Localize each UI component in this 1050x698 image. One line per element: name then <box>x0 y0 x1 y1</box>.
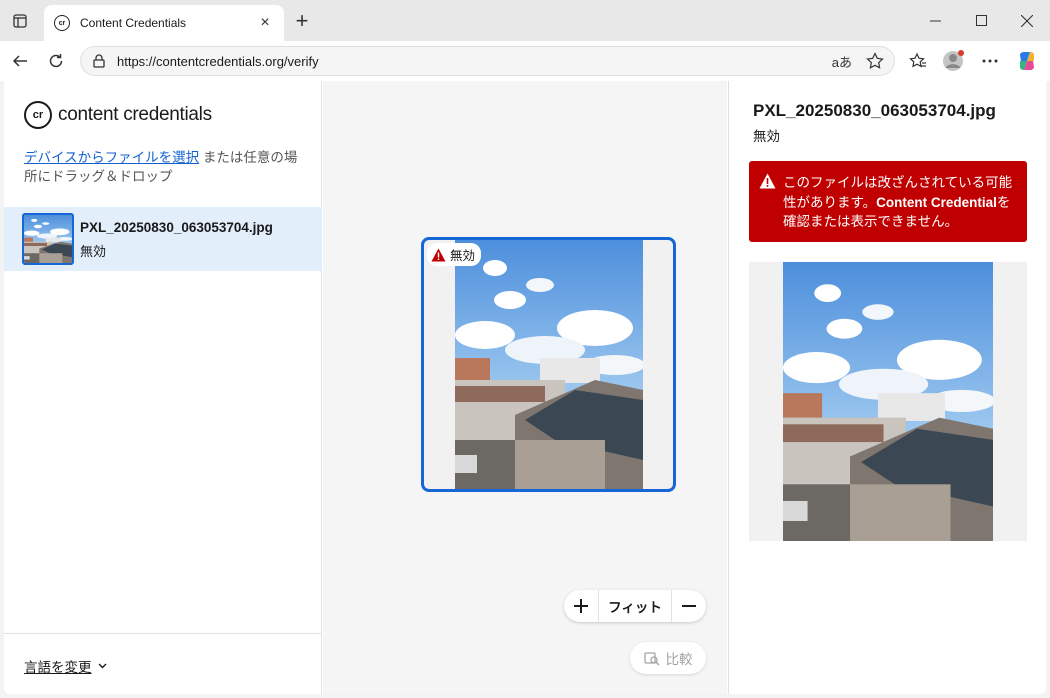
tab-title: Content Credentials <box>80 16 187 30</box>
refresh-icon[interactable] <box>43 48 69 74</box>
more-options-icon[interactable] <box>977 48 1003 74</box>
url-text: https://contentcredentials.org/verify <box>117 53 319 69</box>
fit-button[interactable]: フィット <box>598 590 672 622</box>
translate-icon[interactable]: aあ <box>832 52 852 71</box>
details-image <box>783 262 993 541</box>
details-status: 無効 <box>753 129 780 144</box>
file-name: PXL_20250830_063053704.jpg <box>80 220 273 235</box>
browser-tab[interactable]: cr Content Credentials × <box>44 5 284 41</box>
compare-button[interactable]: 比較 <box>630 642 706 674</box>
compare-icon <box>643 652 660 666</box>
invalid-badge: 無効 <box>427 243 482 266</box>
site-favicon-icon: cr <box>54 15 70 31</box>
preview-image <box>455 240 643 491</box>
new-tab-icon[interactable]: + <box>290 10 314 34</box>
file-status: 無効 <box>80 244 107 259</box>
tab-close-icon[interactable]: × <box>256 14 274 32</box>
upload-instructions: デバイスからファイルを選択 または任意の場所にドラッグ＆ドロップ <box>24 148 309 186</box>
address-bar[interactable]: https://contentcredentials.org/verify aあ <box>80 46 895 76</box>
warning-icon <box>759 173 776 189</box>
file-thumbnail <box>22 213 74 265</box>
tab-actions-icon[interactable] <box>8 9 32 33</box>
compare-label: 比較 <box>665 652 693 667</box>
navigation-bar: https://contentcredentials.org/verify aあ <box>0 41 1050 81</box>
close-window-icon[interactable] <box>1004 0 1050 41</box>
details-panel: PXL_20250830_063053704.jpg 無効 このファイルは改ざん… <box>728 81 1046 694</box>
sidebar-footer: 言語を変更 <box>4 633 322 694</box>
cr-logo-icon: cr <box>24 101 52 129</box>
lock-icon <box>91 53 107 69</box>
left-sidebar: cr content credentials デバイスからファイルを選択 または… <box>4 81 322 694</box>
change-language-button[interactable]: 言語を変更 <box>24 656 107 676</box>
brand-name: content credentials <box>58 104 212 125</box>
favorites-icon[interactable] <box>905 48 931 74</box>
back-icon[interactable] <box>7 48 33 74</box>
page-content: cr content credentials デバイスからファイルを選択 または… <box>4 81 1046 694</box>
favorite-star-icon[interactable] <box>866 52 884 70</box>
tamper-alert: このファイルは改ざんされている可能性があります。Content Credenti… <box>749 161 1027 242</box>
file-list-item[interactable]: PXL_20250830_063053704.jpg 無効 <box>4 207 322 271</box>
maximize-icon[interactable] <box>958 0 1004 41</box>
details-file-name: PXL_20250830_063053704.jpg <box>753 101 996 120</box>
warning-icon <box>431 248 446 261</box>
change-language-label: 言語を変更 <box>24 660 92 675</box>
select-file-link[interactable]: デバイスからファイルを選択 <box>24 150 199 165</box>
copilot-icon[interactable] <box>1014 48 1040 74</box>
invalid-badge-label: 無効 <box>450 249 476 263</box>
details-image-preview <box>749 262 1027 541</box>
alert-text-cc: Content Credential <box>876 194 997 210</box>
preview-image-frame[interactable]: 無効 <box>421 237 676 492</box>
brand-logo[interactable]: cr content credentials <box>24 101 212 129</box>
zoom-controls: フィット <box>564 590 706 622</box>
zoom-in-icon[interactable] <box>564 590 598 622</box>
profile-avatar-icon[interactable] <box>940 48 966 74</box>
minimize-icon[interactable] <box>912 0 958 41</box>
zoom-out-icon[interactable] <box>672 590 706 622</box>
title-bar: cr Content Credentials × + <box>0 0 1050 41</box>
preview-canvas: 無効 フィット 比較 <box>323 81 727 694</box>
chevron-down-icon <box>98 663 107 669</box>
